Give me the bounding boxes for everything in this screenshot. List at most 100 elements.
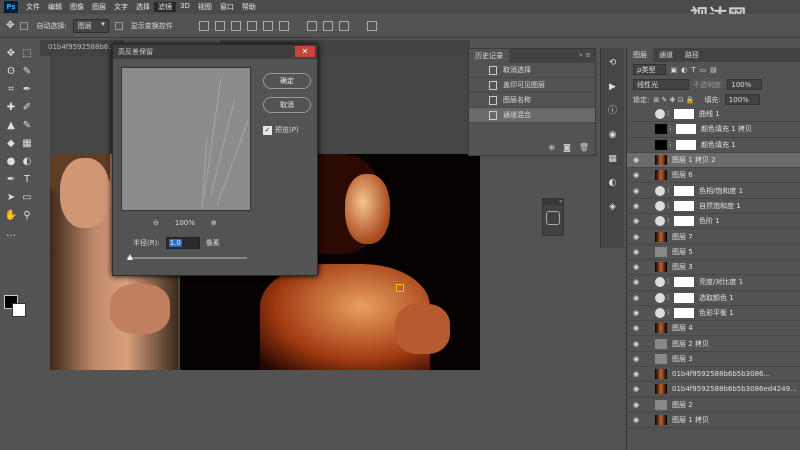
layer-row[interactable]: ◉ 图层 2 (627, 398, 800, 413)
distribute-v-icon[interactable] (338, 20, 349, 31)
layer-row[interactable]: ⁝ 曲线 1 (627, 107, 800, 123)
align-top-icon[interactable] (198, 20, 209, 31)
blend-mode-select[interactable]: 线性光 (633, 79, 689, 90)
layer-mask[interactable] (676, 124, 696, 135)
eye-icon[interactable]: ◉ (631, 340, 641, 348)
actions-panel-icon[interactable]: ▶ (607, 81, 619, 93)
history-panel-icon[interactable]: ⟲ (607, 57, 619, 69)
preview-checkbox[interactable]: ✓ (263, 125, 272, 135)
eye-icon[interactable]: ◉ (631, 187, 641, 195)
snapshot-icon[interactable]: ◙ (563, 143, 571, 152)
eye-icon[interactable]: ◉ (631, 202, 641, 210)
new-document-icon[interactable]: ⊕ (548, 143, 555, 152)
opacity-input[interactable]: 100% (727, 79, 763, 90)
history-item[interactable]: 通道混合 (469, 108, 595, 123)
dialog-titlebar[interactable]: 高反差保留 ✕ (113, 45, 317, 59)
layer-row[interactable]: ◉ ⁝ 色阶 1 (627, 214, 800, 230)
healing-tool-icon[interactable]: ✚ (4, 100, 18, 114)
menu-item[interactable]: 视图 (194, 2, 216, 12)
filter-shape-icon[interactable]: ▭ (699, 66, 706, 74)
layer-mask[interactable] (674, 308, 694, 318)
layer-mask[interactable] (676, 139, 696, 150)
path-select-tool-icon[interactable]: ➤ (4, 190, 18, 204)
layer-row[interactable]: ◉ 图层 5 (627, 245, 800, 260)
swatches-panel-icon[interactable]: ▦ (607, 153, 619, 165)
layer-row[interactable]: ◉ 01b4f9592588b6b5b3086... (627, 367, 800, 383)
styles-panel-icon[interactable]: ◈ (607, 201, 619, 213)
eye-icon[interactable]: ◉ (631, 416, 641, 424)
stamp-tool-icon[interactable]: ▲ (4, 118, 18, 132)
ok-button[interactable]: 确定 (263, 73, 311, 89)
align-left-icon[interactable] (246, 20, 257, 31)
layer-row[interactable]: ⁝ 颜色填充 1 (627, 138, 800, 153)
photoshop-logo[interactable]: Ps (4, 1, 18, 13)
layer-row[interactable]: ◉ 图层 7 (627, 229, 800, 245)
hand-tool-icon[interactable]: ✋ (4, 208, 18, 222)
cancel-button[interactable]: 取消 (263, 97, 311, 113)
layer-mask[interactable] (674, 185, 694, 196)
tab-paths[interactable]: 路径 (679, 48, 705, 62)
align-center-icon[interactable] (262, 20, 273, 31)
info-panel-icon[interactable]: ⓘ (607, 105, 619, 117)
layer-mask[interactable] (674, 109, 694, 120)
eye-icon[interactable]: ◉ (631, 324, 641, 332)
eye-icon[interactable]: ◉ (631, 309, 641, 317)
3d-mode-icon[interactable] (366, 20, 377, 31)
eraser-tool-icon[interactable]: ◆ (4, 136, 18, 150)
radius-slider-knob[interactable] (127, 254, 133, 260)
crop-tool-icon[interactable]: ⌗ (4, 82, 18, 96)
distribute-h-icon[interactable] (322, 20, 333, 31)
layer-kind-filter[interactable]: ρ类型 (633, 64, 667, 75)
move-tool-icon[interactable]: ✥ (6, 20, 14, 31)
layer-mask[interactable] (674, 277, 694, 288)
menu-item[interactable]: 3D (176, 2, 194, 12)
history-item[interactable]: 取消选择 (469, 63, 595, 78)
eye-icon[interactable]: ◉ (631, 263, 641, 271)
layer-row[interactable]: ◉ 图层 3 (627, 352, 800, 368)
layer-mask[interactable] (674, 292, 694, 303)
align-bottom-icon[interactable] (230, 20, 241, 31)
gradient-tool-icon[interactable]: ▦ (20, 136, 34, 150)
color-panel-icon[interactable]: ◉ (607, 129, 619, 141)
menu-item[interactable]: 图像 (66, 2, 88, 12)
dodge-tool-icon[interactable]: ◐ (20, 154, 34, 168)
background-color-swatch[interactable] (12, 303, 26, 317)
filter-pixel-icon[interactable]: ▣ (670, 66, 677, 74)
properties-icon[interactable] (546, 211, 560, 225)
layer-row[interactable]: ◉ 图层 4 (627, 321, 800, 337)
tab-layers[interactable]: 图层 (627, 48, 653, 62)
menu-item[interactable]: 编辑 (44, 2, 66, 12)
eye-icon[interactable]: ◉ (631, 355, 641, 363)
layer-row[interactable]: ◉ 01b4f9592588b6b5b3086ed4249... (627, 382, 800, 398)
menu-item[interactable]: 窗口 (216, 2, 238, 12)
move-tool-icon[interactable]: ✥ (4, 46, 18, 60)
layer-row[interactable]: ◉ ⁝ 自然饱和度 1 (627, 199, 800, 215)
menu-item[interactable]: 滤镜 (154, 2, 176, 12)
layer-mask[interactable] (674, 216, 694, 227)
eye-icon[interactable]: ◉ (631, 401, 641, 409)
menu-item[interactable]: 帮助 (238, 2, 260, 12)
eye-icon[interactable]: ◉ (631, 217, 641, 225)
trash-icon[interactable]: 🗑 (579, 143, 589, 152)
layer-row[interactable]: ◉ ⁝ 选取颜色 1 (627, 291, 800, 306)
more-tools-icon[interactable]: … (4, 226, 18, 240)
layer-row[interactable]: ◉ 图层 1 拷贝 2 (627, 152, 800, 169)
auto-select-checkbox[interactable] (20, 21, 29, 30)
marquee-tool-icon[interactable]: ⬚ (20, 46, 34, 60)
zoom-out-icon[interactable]: ⊖ (153, 219, 159, 227)
layer-row[interactable]: ◉ ⁝ 色彩平衡 1 (627, 306, 800, 322)
pen-tool-icon[interactable]: ✒ (4, 172, 18, 186)
eye-icon[interactable]: ◉ (631, 385, 641, 393)
eye-icon[interactable]: ◉ (631, 248, 641, 256)
history-brush-icon[interactable]: ✎ (20, 118, 34, 132)
selection-marker[interactable] (396, 284, 404, 292)
show-transform-checkbox[interactable] (114, 21, 123, 30)
fill-input[interactable]: 100% (724, 94, 760, 105)
eye-icon[interactable]: ◉ (631, 278, 641, 286)
align-right-icon[interactable] (278, 20, 289, 31)
layer-row[interactable]: ◉ 图层 6 (627, 168, 800, 184)
lock-icons[interactable]: ⊞ ✎ ✥ ⊡ 🔒 (653, 96, 694, 104)
type-tool-icon[interactable]: T (20, 172, 34, 186)
menu-item[interactable]: 图层 (88, 2, 110, 12)
menu-item[interactable]: 文字 (110, 2, 132, 12)
